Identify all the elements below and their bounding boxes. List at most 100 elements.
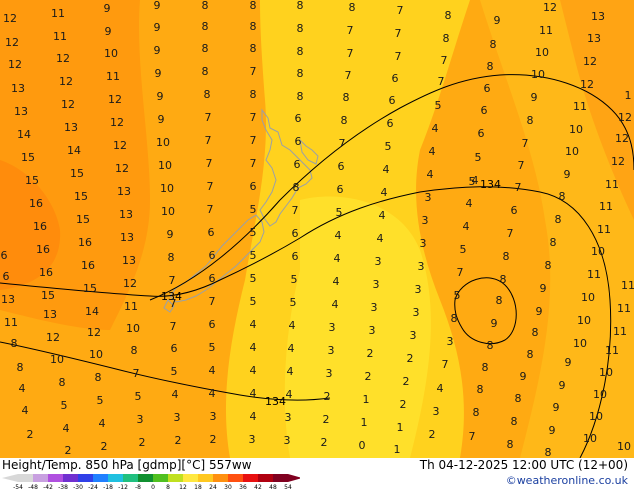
temperature-value: 12	[108, 93, 122, 106]
scale-swatch	[183, 474, 198, 482]
temperature-value: 6	[292, 227, 299, 240]
temperature-value: 11	[613, 325, 627, 338]
map-footer: Height/Temp. 850 hPa [gdmp][°C] 557ww Th…	[0, 458, 634, 490]
temperature-value: 10	[617, 440, 631, 453]
temperature-value: 10	[565, 145, 579, 158]
temperature-value: 7	[170, 297, 177, 310]
temperature-value: 9	[167, 228, 174, 241]
temperature-value: 3	[371, 301, 378, 314]
temperature-value: 12	[87, 326, 101, 339]
scale-label: 18	[194, 484, 202, 490]
temperature-value: 4	[288, 342, 295, 355]
temperature-value: 2	[65, 444, 72, 457]
temperature-value: 4	[19, 382, 26, 395]
scale-label: 48	[269, 484, 277, 490]
temperature-value: 7	[347, 47, 354, 60]
temperature-value: 2	[139, 436, 146, 449]
temperature-value: 8	[511, 415, 518, 428]
temperature-value: 8	[545, 446, 552, 458]
temperature-value: 4	[289, 319, 296, 332]
scale-swatch	[33, 474, 48, 482]
temperature-value: 4	[209, 364, 216, 377]
temperature-value: 2	[27, 428, 34, 441]
scale-swatch	[123, 474, 138, 482]
temperature-value: 9	[494, 14, 501, 27]
temperature-value: 11	[106, 70, 120, 83]
temperature-value: 9	[531, 91, 538, 104]
temperature-value: 11	[599, 200, 613, 213]
temperature-value: 10	[535, 46, 549, 59]
temperature-value: 8	[202, 65, 209, 78]
temperature-value: 9	[105, 25, 112, 38]
temperature-value: 13	[120, 231, 134, 244]
temperature-value: 6	[511, 204, 518, 217]
temperature-value: 10	[599, 366, 613, 379]
scale-arrow-left	[2, 474, 18, 482]
temperature-value: 5	[61, 399, 68, 412]
temperature-value: 8	[202, 20, 209, 33]
temperature-value: 4	[99, 417, 106, 430]
scale-swatch	[93, 474, 108, 482]
temperature-value: 8	[293, 181, 300, 194]
scale-label: 30	[224, 484, 232, 490]
temperature-value: 15	[70, 167, 84, 180]
temperature-value: 7	[457, 266, 464, 279]
temperature-value: 12	[543, 1, 557, 14]
temperature-value: 4	[429, 145, 436, 158]
temperature-value: 6	[292, 250, 299, 263]
temperature-value: 7	[395, 50, 402, 63]
credit-link[interactable]: ©weatheronline.co.uk	[506, 474, 628, 487]
temperature-value: 10	[531, 68, 545, 81]
temperature-value: 6	[208, 226, 215, 239]
temperature-value: 1	[361, 416, 368, 429]
color-scale: -54 -48 -42 -38 -30 -24 -18 -12 -8 0 8 12 18 24 30 36 42…	[2, 474, 300, 490]
temperature-value: 12	[3, 12, 17, 25]
temperature-value: 8	[487, 339, 494, 352]
temperature-value: 5	[385, 140, 392, 153]
temperature-value: 6	[392, 72, 399, 85]
scale-swatch	[108, 474, 123, 482]
scale-swatch	[198, 474, 213, 482]
temperature-value: 12	[56, 52, 70, 65]
temperature-value: 8	[297, 0, 304, 12]
temperature-value: 11	[53, 30, 67, 43]
temperature-value: 6	[3, 270, 10, 283]
map-title: Height/Temp. 850 hPa [gdmp][°C] 557ww	[2, 458, 252, 472]
scale-label: -54	[13, 484, 23, 490]
temperature-value: 4	[335, 229, 342, 242]
temperature-value: 7	[397, 4, 404, 17]
temperature-value: 7	[522, 137, 529, 150]
temperature-value: 9	[553, 401, 560, 414]
temperature-value: 2	[101, 440, 108, 453]
temperature-value: 10	[573, 337, 587, 350]
temperature-value: 8	[131, 344, 138, 357]
temperature-value: 8	[559, 190, 566, 203]
temperature-value: 9	[540, 282, 547, 295]
temperature-value: 13	[1, 293, 15, 306]
temperature-value: 7	[170, 320, 177, 333]
temperature-value: 8	[349, 1, 356, 14]
scale-label: 24	[209, 484, 217, 490]
temperature-value: 10	[583, 432, 597, 445]
temperature-value: 8	[555, 213, 562, 226]
temperature-value: 4	[250, 364, 257, 377]
temperature-value: 7	[339, 137, 346, 150]
temperature-value: 9	[158, 113, 165, 126]
temperature-value: 4	[22, 404, 29, 417]
temperature-value: 13	[14, 105, 28, 118]
temperature-value: 9	[559, 379, 566, 392]
temperature-value: 4	[287, 365, 294, 378]
temperature-value: 14	[67, 144, 81, 157]
temperature-value: 6	[337, 183, 344, 196]
temperature-value: 7	[169, 274, 176, 287]
scale-swatch	[48, 474, 63, 482]
temperature-value: 4	[333, 275, 340, 288]
temperature-value: 1	[363, 393, 370, 406]
temperature-value: 9	[520, 370, 527, 383]
temperature-value: 9	[536, 305, 543, 318]
temperature-value: 4	[286, 388, 293, 401]
temperature-value: 8	[490, 38, 497, 51]
temperature-value: 9	[549, 424, 556, 437]
temperature-value: 8	[515, 392, 522, 405]
temperature-value: 10	[160, 182, 174, 195]
